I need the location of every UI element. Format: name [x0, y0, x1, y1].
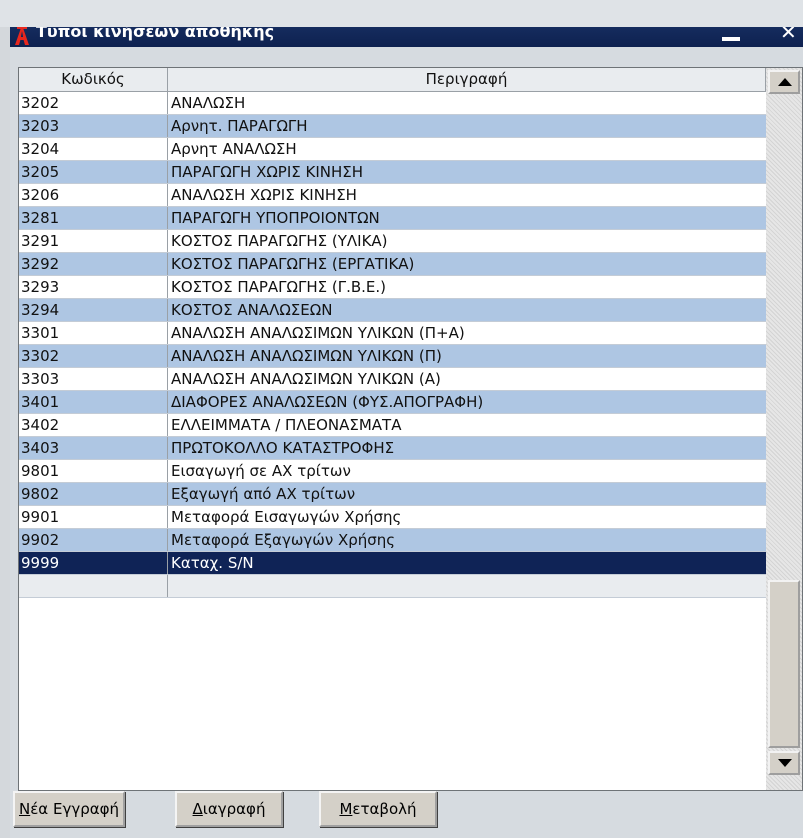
description-cell: Μεταφορά Εξαγωγών Χρήσης	[171, 531, 396, 549]
modify-button[interactable]: Μεταβολή	[319, 791, 437, 827]
table-row[interactable]: 3292 ΚΟΣΤΟΣ ΠΑΡΑΓΩΓΗΣ (ΕΡΓΑΤΙΚΑ)	[19, 253, 766, 276]
code-cell: 3302	[19, 345, 168, 367]
code-cell: 3281	[19, 207, 168, 229]
table-row[interactable]: 3281 ΠΑΡΑΓΩΓΗ ΥΠΟΠΡΟΙΟΝΤΩΝ	[19, 207, 766, 230]
app-icon	[14, 27, 30, 46]
description-cell: ΕΛΛΕΙΜΜΑΤΑ / ΠΛΕΟΝΑΣΜΑΤΑ	[171, 416, 402, 434]
scroll-thumb[interactable]	[768, 580, 800, 748]
delete-accel: Δ	[192, 800, 203, 818]
table-row[interactable]: 3401 ΔΙΑΦΟΡΕΣ ΑΝΑΛΩΣΕΩΝ (ΦΥΣ.ΑΠΟΓΡΑΦΗ)	[19, 391, 766, 414]
description-cell: ΠΡΩΤΟΚΟΛΛΟ ΚΑΤΑΣΤΡΟΦΗΣ	[171, 439, 395, 457]
table-row[interactable]: 3205 ΠΑΡΑΓΩΓΗ ΧΩΡΙΣ ΚΙΝΗΣΗ	[19, 161, 766, 184]
description-cell: Αρνητ. ΠΑΡΑΓΩΓΗ	[171, 117, 308, 135]
arrow-up-icon	[778, 78, 792, 86]
empty-code-cell	[19, 575, 168, 597]
table-row[interactable]: 3302 ΑΝΑΛΩΣΗ ΑΝΑΛΩΣΙΜΩΝ ΥΛΙΚΩΝ (Π)	[19, 345, 766, 368]
code-cell: 3292	[19, 253, 168, 275]
column-header-description[interactable]: Περιγραφή	[168, 68, 766, 92]
new-record-accel: Ν	[18, 800, 31, 818]
table-row[interactable]: 3303 ΑΝΑΛΩΣΗ ΑΝΑΛΩΣΙΜΩΝ ΥΛΙΚΩΝ (Α)	[19, 368, 766, 391]
delete-label: ιαγραφή	[202, 800, 266, 818]
table-row[interactable]: 3202 ΑΝΑΛΩΣΗ	[19, 92, 766, 115]
code-cell: 3291	[19, 230, 168, 252]
description-cell: ΚΟΣΤΟΣ ΠΑΡΑΓΩΓΗΣ (ΕΡΓΑΤΙΚΑ)	[171, 255, 415, 273]
table-row[interactable]: 3291 ΚΟΣΤΟΣ ΠΑΡΑΓΩΓΗΣ (ΥΛΙΚΑ)	[19, 230, 766, 253]
table-row[interactable]: 3206 ΑΝΑΛΩΣΗ ΧΩΡΙΣ ΚΙΝΗΣΗ	[19, 184, 766, 207]
description-cell: Εξαγωγή από ΑΧ τρίτων	[171, 485, 356, 503]
code-cell: 9999	[19, 552, 168, 574]
window-title: Τύποι κινήσεων αποθήκης	[36, 27, 275, 41]
scroll-down-button[interactable]	[768, 751, 800, 775]
table-row[interactable]: 3293 ΚΟΣΤΟΣ ΠΑΡΑΓΩΓΗΣ (Γ.Β.Ε.)	[19, 276, 766, 299]
description-cell: ΠΑΡΑΓΩΓΗ ΧΩΡΙΣ ΚΙΝΗΣΗ	[171, 163, 364, 181]
description-cell: ΚΟΣΤΟΣ ΠΑΡΑΓΩΓΗΣ (Γ.Β.Ε.)	[171, 278, 387, 296]
code-cell: 3203	[19, 115, 168, 137]
new-record-label: έα Εγγραφή	[30, 800, 120, 818]
code-cell: 3202	[19, 92, 168, 114]
code-cell: 3293	[19, 276, 168, 298]
new-record-button[interactable]: Νέα Εγγραφή	[13, 791, 125, 827]
table-row[interactable]: 3301 ΑΝΑΛΩΣΗ ΑΝΑΛΩΣΙΜΩΝ ΥΛΙΚΩΝ (Π+Α)	[19, 322, 766, 345]
description-cell: ΑΝΑΛΩΣΗ	[171, 94, 246, 112]
scroll-up-button[interactable]	[768, 70, 800, 94]
table-row[interactable]: 9901 Μεταφορά Εισαγωγών Χρήσης	[19, 506, 766, 529]
code-cell: 3301	[19, 322, 168, 344]
description-cell: ΑΝΑΛΩΣΗ ΑΝΑΛΩΣΙΜΩΝ ΥΛΙΚΩΝ (Π+Α)	[171, 324, 465, 342]
table-row[interactable]: 9999 Καταχ. S/N	[19, 552, 766, 575]
movement-types-grid: Κωδικός Περιγραφή 3202 ΑΝΑΛΩΣΗ 3203 Αρνητ. …	[18, 67, 803, 791]
code-cell: 3402	[19, 414, 168, 436]
table-row[interactable]: 9801 Εισαγωγή σε ΑΧ τρίτων	[19, 460, 766, 483]
description-cell: ΚΟΣΤΟΣ ΠΑΡΑΓΩΓΗΣ (ΥΛΙΚΑ)	[171, 232, 388, 250]
window-client-area: Κωδικός Περιγραφή 3202 ΑΝΑΛΩΣΗ 3203 Αρνητ. …	[10, 47, 803, 838]
grid-rows: 3202 ΑΝΑΛΩΣΗ 3203 Αρνητ. ΠΑΡΑΓΩΓΗ 3204 Αρνητ …	[19, 92, 766, 598]
column-header-code[interactable]: Κωδικός	[19, 68, 168, 92]
table-row[interactable]: 9802 Εξαγωγή από ΑΧ τρίτων	[19, 483, 766, 506]
code-cell: 9901	[19, 506, 168, 528]
table-row[interactable]: 3402 ΕΛΛΕΙΜΜΑΤΑ / ΠΛΕΟΝΑΣΜΑΤΑ	[19, 414, 766, 437]
code-cell: 9801	[19, 460, 168, 482]
delete-button[interactable]: Διαγραφή	[175, 791, 283, 827]
arrow-down-icon	[778, 759, 792, 767]
modify-label: εταβολή	[352, 800, 417, 818]
description-cell: ΚΟΣΤΟΣ ΑΝΑΛΩΣΕΩΝ	[171, 301, 333, 319]
description-cell: ΠΑΡΑΓΩΓΗ ΥΠΟΠΡΟΙΟΝΤΩΝ	[171, 209, 380, 227]
description-cell: Μεταφορά Εισαγωγών Χρήσης	[171, 508, 402, 526]
description-cell: Αρνητ ΑΝΑΛΩΣΗ	[171, 140, 297, 158]
code-cell: 3204	[19, 138, 168, 160]
code-cell: 3206	[19, 184, 168, 206]
description-cell: ΑΝΑΛΩΣΗ ΧΩΡΙΣ ΚΙΝΗΣΗ	[171, 186, 357, 204]
table-row[interactable]: 3204 Αρνητ ΑΝΑΛΩΣΗ	[19, 138, 766, 161]
description-cell: ΔΙΑΦΟΡΕΣ ΑΝΑΛΩΣΕΩΝ (ΦΥΣ.ΑΠΟΓΡΑΦΗ)	[171, 393, 484, 411]
vertical-scrollbar[interactable]	[766, 68, 802, 790]
table-row[interactable]: 9902 Μεταφορά Εξαγωγών Χρήσης	[19, 529, 766, 552]
table-row[interactable]: 3294 ΚΟΣΤΟΣ ΑΝΑΛΩΣΕΩΝ	[19, 299, 766, 322]
description-cell: Καταχ. S/N	[171, 554, 254, 572]
table-row[interactable]: 3403 ΠΡΩΤΟΚΟΛΛΟ ΚΑΤΑΣΤΡΟΦΗΣ	[19, 437, 766, 460]
code-cell: 9802	[19, 483, 168, 505]
code-cell: 3401	[19, 391, 168, 413]
close-icon[interactable]: ✕	[780, 27, 803, 45]
code-cell: 3403	[19, 437, 168, 459]
description-cell: ΑΝΑΛΩΣΗ ΑΝΑΛΩΣΙΜΩΝ ΥΛΙΚΩΝ (Α)	[171, 370, 441, 388]
empty-new-row[interactable]	[19, 575, 766, 598]
minimize-button[interactable]	[721, 27, 745, 47]
modify-accel: Μ	[339, 800, 353, 818]
description-cell: Εισαγωγή σε ΑΧ τρίτων	[171, 462, 351, 480]
code-cell: 3303	[19, 368, 168, 390]
table-row[interactable]: 3203 Αρνητ. ΠΑΡΑΓΩΓΗ	[19, 115, 766, 138]
description-cell: ΑΝΑΛΩΣΗ ΑΝΑΛΩΣΙΜΩΝ ΥΛΙΚΩΝ (Π)	[171, 347, 442, 365]
window-title-bar[interactable]: Τύποι κινήσεων αποθήκης ✕	[10, 27, 803, 47]
code-cell: 3205	[19, 161, 168, 183]
code-cell: 9902	[19, 529, 168, 551]
code-cell: 3294	[19, 299, 168, 321]
top-strip	[0, 0, 803, 27]
empty-description-cell	[168, 575, 766, 597]
grid-header: Κωδικός Περιγραφή	[19, 68, 766, 92]
